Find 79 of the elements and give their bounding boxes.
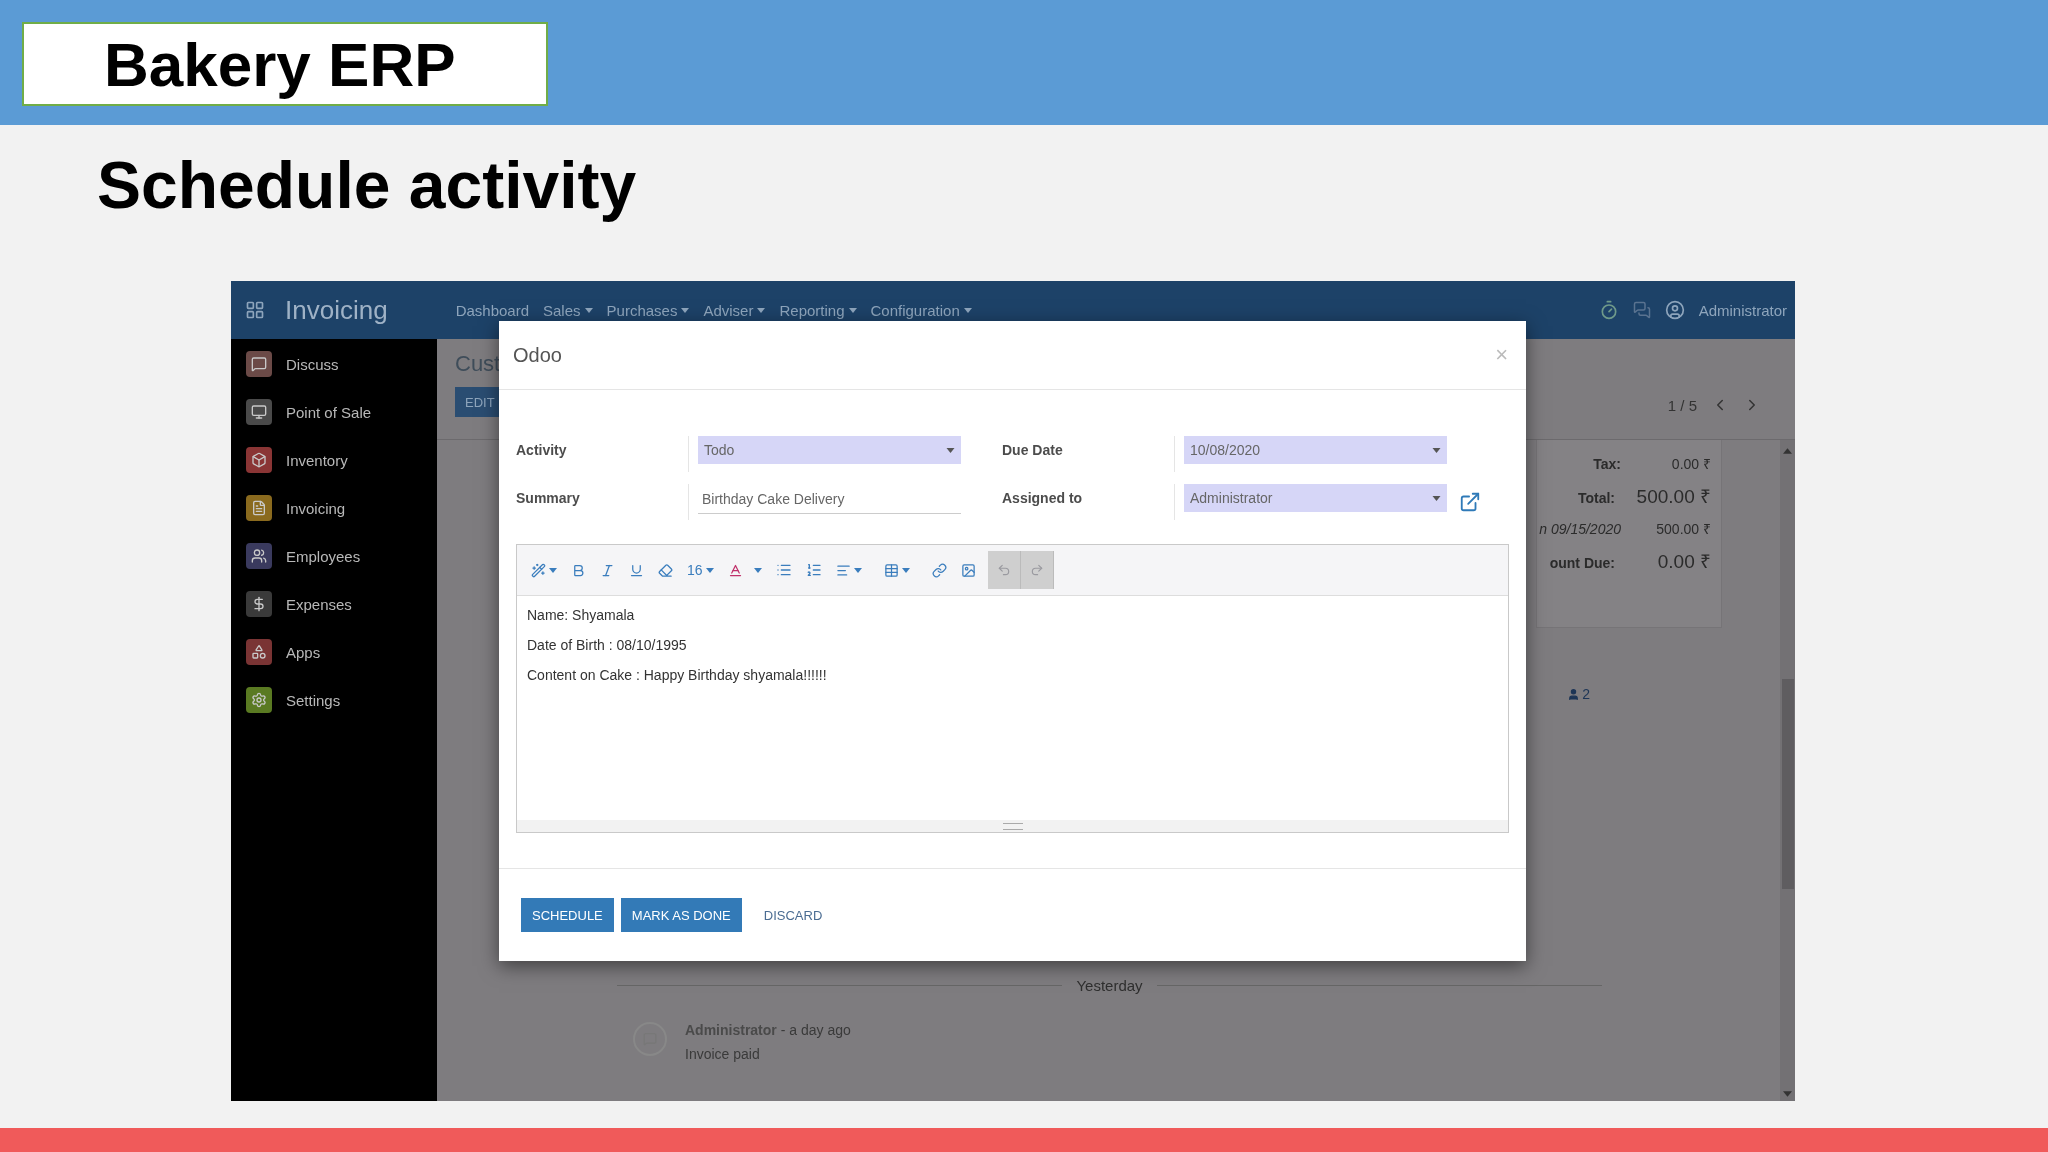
select-field[interactable]: Administrator xyxy=(1184,484,1447,512)
select-field[interactable]: 10/08/2020 xyxy=(1184,436,1447,464)
menu-item[interactable]: Sales xyxy=(543,301,593,319)
field-label: Due Date xyxy=(1002,436,1175,472)
caret-icon xyxy=(549,567,557,573)
font-size-dropdown[interactable]: 16 xyxy=(687,562,714,578)
sidebar-item[interactable]: Point of Sale xyxy=(231,395,437,429)
bullet-list-icon[interactable] xyxy=(775,562,792,578)
font-color-icon xyxy=(727,562,743,578)
total-value: 500.00 ₹ xyxy=(1635,485,1711,509)
sidebar-item[interactable]: Employees xyxy=(231,539,437,573)
scroll-up-icon[interactable] xyxy=(1783,448,1792,454)
align-icon[interactable] xyxy=(835,562,862,578)
numbered-list-icon[interactable] xyxy=(805,562,822,578)
field-label: Assigned to xyxy=(1002,484,1175,520)
scrollbar-thumb[interactable] xyxy=(1781,679,1794,889)
record-title: Cust xyxy=(455,351,501,377)
link-icon[interactable] xyxy=(931,562,947,578)
style-icon[interactable] xyxy=(531,562,557,578)
sidebar-item[interactable]: Apps xyxy=(231,635,437,669)
total-label: ount Due: xyxy=(1549,555,1615,571)
caret-icon xyxy=(1432,495,1441,501)
person-icon xyxy=(1567,687,1581,701)
sidebar-item[interactable]: Inventory xyxy=(231,443,437,477)
date-divider: Yesterday xyxy=(1076,977,1143,994)
text-editor[interactable]: 16 Name: Shyamala Date of Birth : 08/10/1995 Content on Cake : Happy Birthday shyamala!!!!!! xyxy=(516,544,1509,833)
caret-icon xyxy=(901,567,910,573)
total-label: Total: xyxy=(1577,490,1615,506)
bold-icon[interactable] xyxy=(571,562,586,578)
chat-icon[interactable] xyxy=(1632,301,1651,319)
caret-icon xyxy=(1432,447,1441,453)
caret-icon xyxy=(753,567,762,573)
menu-item[interactable]: Dashboard xyxy=(455,301,529,319)
menu-item[interactable]: Adviser xyxy=(703,301,766,319)
field-label: Activity xyxy=(516,436,689,472)
sidebar-item[interactable]: Settings xyxy=(231,683,437,717)
total-value: 500.00 ₹ xyxy=(1655,520,1711,538)
slide-heading: Schedule activity xyxy=(96,147,638,224)
font-color-dropdown[interactable] xyxy=(727,562,762,578)
editor-line: Content on Cake : Happy Birthday shyamala!!!!!! xyxy=(527,668,828,683)
message-body: Invoice paid xyxy=(685,1046,761,1062)
caret-icon xyxy=(946,447,955,453)
editor-line: Date of Birth : 08/10/1995 xyxy=(527,638,688,653)
total-value: 0.00 ₹ xyxy=(1656,550,1711,574)
dialog-title: Odoo xyxy=(513,343,562,367)
discard-link[interactable]: DISCARD xyxy=(752,898,834,932)
image-icon[interactable] xyxy=(960,562,976,578)
input-field[interactable]: Birthday Cake Delivery xyxy=(698,484,961,514)
eraser-icon[interactable] xyxy=(658,562,673,578)
edit-button[interactable]: EDIT xyxy=(455,387,499,417)
italic-icon[interactable] xyxy=(600,562,615,578)
menu-item[interactable]: Configuration xyxy=(870,301,972,319)
apps-grid-icon[interactable] xyxy=(245,300,265,320)
caret-icon xyxy=(705,567,714,573)
resize-handle-icon[interactable] xyxy=(1002,822,1023,830)
total-label: n 09/15/2020 xyxy=(1539,521,1621,537)
followers-count[interactable]: 2 xyxy=(1567,686,1590,702)
user-name[interactable]: Administrator xyxy=(1698,301,1787,319)
pager-text: 1 / 5 xyxy=(1667,396,1697,414)
menu-item[interactable]: Reporting xyxy=(779,301,857,319)
caret-icon xyxy=(853,567,862,573)
field-label: Summary xyxy=(516,484,689,520)
app-brand: Invoicing xyxy=(285,294,388,326)
underline-icon[interactable] xyxy=(629,562,644,578)
menu-item[interactable]: Purchases xyxy=(606,301,690,319)
sidebar-item[interactable]: Discuss xyxy=(231,347,437,381)
table-icon[interactable] xyxy=(883,562,910,578)
sidebar-item[interactable]: Expenses xyxy=(231,587,437,621)
primary-button[interactable]: SCHEDULE xyxy=(521,898,614,932)
font-size-value: 16 xyxy=(687,562,703,578)
avatar-icon xyxy=(1664,300,1685,320)
scroll-down-icon[interactable] xyxy=(1783,1091,1792,1097)
total-value: 0.00 ₹ xyxy=(1670,455,1711,473)
sidebar-item[interactable]: Invoicing xyxy=(231,491,437,525)
editor-line: Name: Shyamala xyxy=(527,608,636,623)
select-field[interactable]: Todo xyxy=(698,436,961,464)
total-label: Tax: xyxy=(1593,456,1621,472)
slide-title: Bakery ERP xyxy=(22,22,548,106)
primary-button[interactable]: MARK AS DONE xyxy=(620,898,742,932)
